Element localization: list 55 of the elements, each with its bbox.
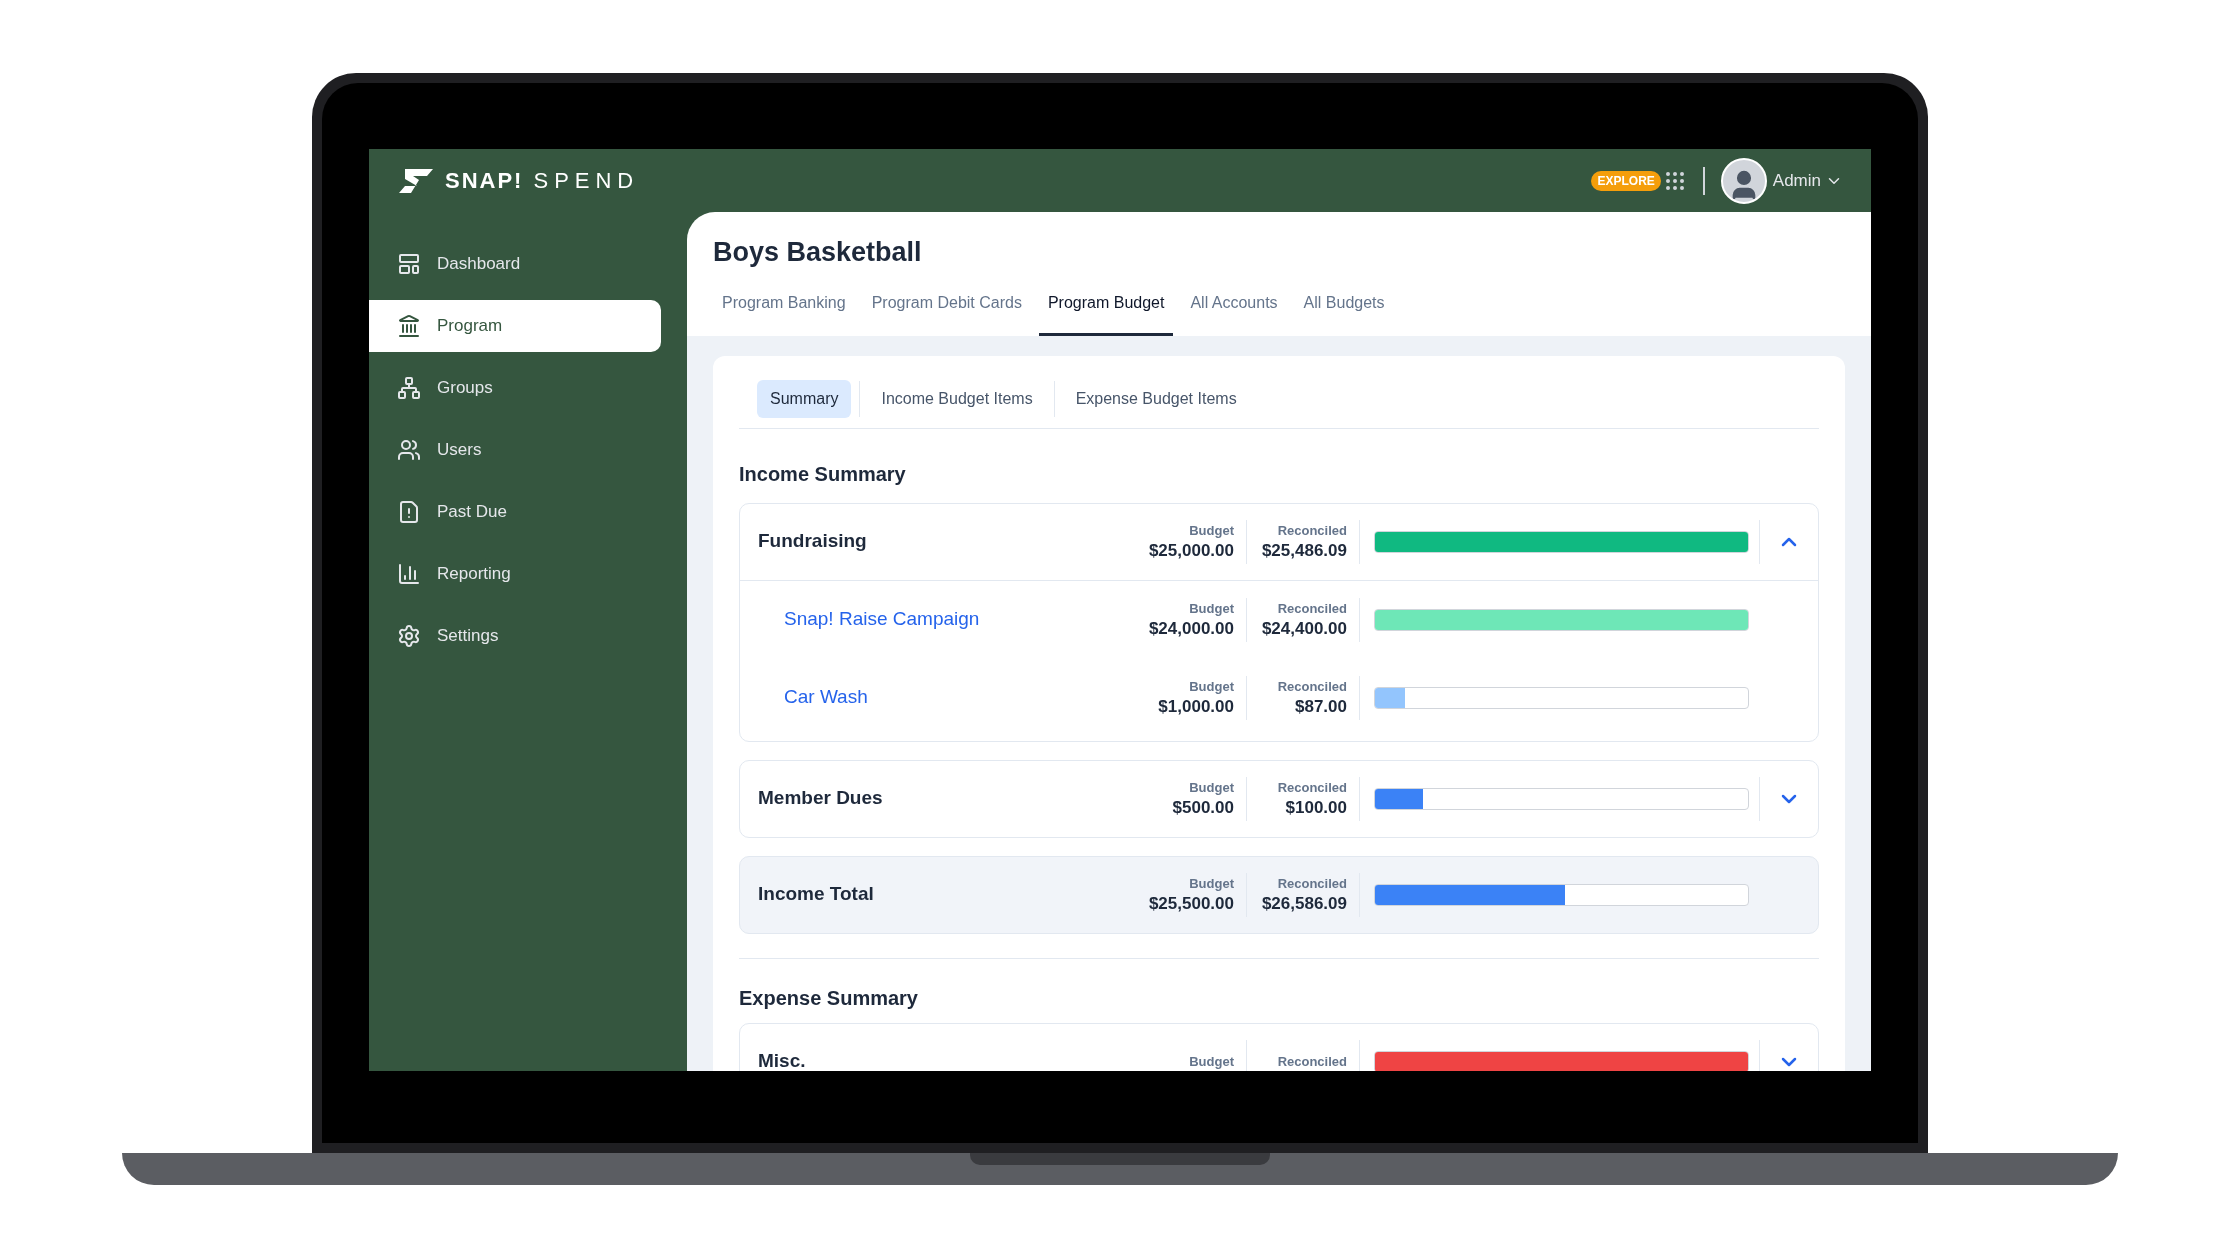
section-title: Income Summary [739, 461, 907, 487]
amount-value: $25,486.09 [1261, 539, 1347, 562]
user-name[interactable]: Admin [1772, 167, 1821, 194]
page-title: Boys Basketball [713, 236, 923, 269]
amount-label: Budget [1189, 1052, 1234, 1071]
category-name: Income Total [757, 882, 875, 907]
amount-value: $26,586.09 [1261, 892, 1347, 915]
subtab[interactable]: Expense Budget Items [1062, 379, 1250, 418]
amount-label: Reconciled [1277, 677, 1347, 696]
users-icon [397, 438, 421, 462]
sidebar-item[interactable]: Groups [369, 362, 661, 414]
warning-document-icon [397, 500, 421, 524]
bank-icon [397, 314, 421, 338]
amount-value: $100.00 [1285, 796, 1347, 819]
subtab[interactable]: Income Budget Items [868, 379, 1046, 418]
subtab[interactable]: Summary [757, 379, 852, 418]
amount-label: Reconciled [1277, 778, 1347, 797]
amount-value: $25,500.00 [1148, 892, 1234, 915]
amount-label: Reconciled [1277, 874, 1347, 893]
amount-value: $24,000.00 [1148, 617, 1234, 640]
category-name: Misc. [757, 1049, 807, 1071]
amount-value: $1,000.00 [1158, 695, 1234, 718]
budget-item-link[interactable]: Snap! Raise Campaign [740, 605, 1134, 634]
amount-label: Budget [1189, 778, 1234, 797]
tab[interactable]: Program Debit Cards [862, 286, 1031, 336]
amount-label: Reconciled [1277, 1052, 1347, 1071]
category-name: Member Dues [757, 786, 884, 811]
sidebar-item[interactable]: Settings [369, 610, 661, 662]
logo-text: SPEND [533, 167, 640, 195]
sidebar-item[interactable]: Users [369, 424, 661, 476]
sidebar-item[interactable]: Program [369, 300, 661, 352]
amount-value: $87.00 [1295, 695, 1347, 718]
tab[interactable]: Program Banking [713, 286, 855, 336]
category-name: Fundraising [757, 529, 868, 554]
hierarchy-icon [397, 376, 421, 400]
dashboard-icon [397, 252, 421, 276]
amount-value: $24,400.00 [1261, 617, 1347, 640]
settings-icon [397, 624, 421, 648]
amount-label: Budget [1189, 599, 1234, 618]
sidebar-item[interactable]: Reporting [369, 548, 661, 600]
sidebar-item[interactable]: Past Due [369, 486, 661, 538]
amount-label: Reconciled [1277, 521, 1347, 540]
section-title: Expense Summary [739, 985, 919, 1011]
budget-item-link[interactable]: Car Wash [740, 683, 1134, 712]
amount-label: Budget [1189, 521, 1234, 540]
amount-label: Budget [1189, 874, 1234, 893]
amount-label: Reconciled [1277, 599, 1347, 618]
tab[interactable]: All Accounts [1181, 286, 1287, 336]
amount-value: $25,000.00 [1148, 539, 1234, 562]
logo-text: SNAP! [445, 167, 524, 195]
amount-value: $500.00 [1172, 796, 1234, 819]
tab[interactable]: All Budgets [1294, 286, 1394, 336]
amount-label: Budget [1189, 677, 1234, 696]
sidebar-item[interactable]: Dashboard [369, 238, 661, 290]
bar-chart-icon [397, 562, 421, 586]
